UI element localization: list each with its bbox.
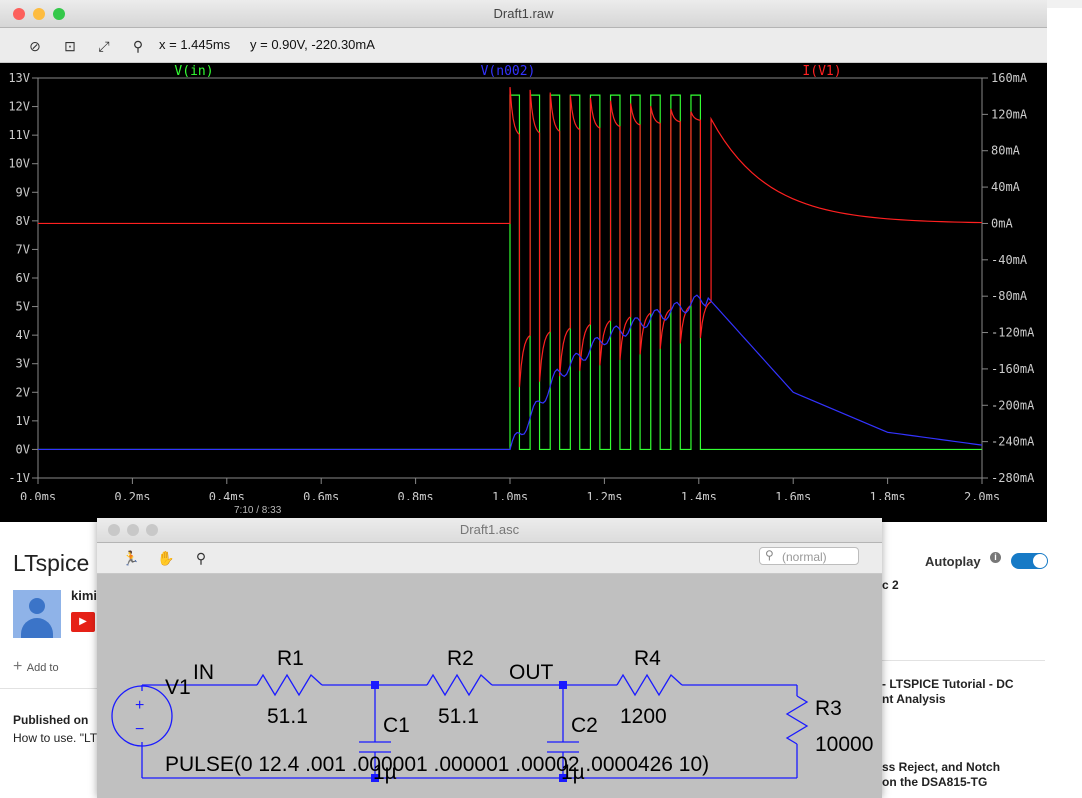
waveform-plot[interactable]: 13V 12V 11V 10V 9V 8V 7V 6V 5V 4V 3V 2V 1V 0V -1V 160mA… [0, 63, 1047, 507]
run-icon[interactable]: 🏃 [122, 549, 140, 567]
right-tick-label: -280mA [991, 471, 1035, 485]
related-video-title[interactable]: - LTSPICE Tutorial - DC [882, 677, 1014, 691]
plus-icon: + [135, 697, 144, 714]
probe-icon[interactable]: ⚲ [129, 37, 147, 55]
left-tick-label: 6V [16, 271, 30, 285]
schematic-canvas[interactable]: + − V1 IN R1 51.1 C1 R2 51.1 OUT C2 R4 1… [97, 574, 882, 798]
search-icon: ⚲ [765, 548, 774, 562]
probe-icon[interactable]: ⚲ [192, 549, 210, 567]
label-r2: R2 [447, 647, 474, 670]
channel-name[interactable]: kimi [71, 588, 97, 603]
youtube-play-icon[interactable]: ▶ [71, 612, 95, 632]
label-out: OUT [509, 661, 554, 684]
left-tick-label: 1V [16, 414, 30, 428]
label-c1: C1 [383, 714, 410, 737]
right-tick-label: 80mA [991, 144, 1021, 158]
label-v1: V1 [165, 676, 191, 699]
hand-icon[interactable]: ✋ [157, 549, 175, 567]
right-tick-label: -80mA [991, 289, 1028, 303]
plus-icon: + [13, 658, 27, 675]
right-tick-label: -40mA [991, 253, 1028, 267]
value-r2: 51.1 [438, 705, 479, 728]
right-tick-label: 40mA [991, 180, 1021, 194]
schematic-window-title: Draft1.asc [459, 522, 520, 537]
left-tick-label: 0V [16, 442, 30, 456]
left-tick-label: 10V [8, 157, 30, 171]
waveform-toolbar [0, 28, 1047, 63]
left-tick-label: 4V [16, 328, 30, 342]
right-tick-label: 0mA [991, 216, 1013, 230]
label-c2: C2 [571, 714, 598, 737]
right-tick-label: -200mA [991, 398, 1035, 412]
divider [880, 660, 1045, 661]
right-tick-label: 160mA [991, 71, 1028, 85]
video-title: LTspice [13, 550, 90, 576]
autoplay-label: Autoplay [925, 554, 981, 569]
left-tick-label: 2V [16, 385, 30, 399]
label-r3: R3 [815, 697, 842, 720]
left-tick-label: 7V [16, 242, 30, 256]
autoplay-toggle[interactable] [1011, 553, 1048, 569]
search-input[interactable]: (normal) [759, 547, 859, 565]
add-to-button[interactable]: + Add to [13, 658, 59, 676]
left-tick-label: -1V [8, 471, 30, 485]
legend-vin[interactable]: V(in) [174, 64, 213, 79]
zoom-fit-icon[interactable]: ⤢ [95, 37, 113, 55]
left-tick-label: 3V [16, 357, 30, 371]
right-tick-label: -120mA [991, 326, 1035, 340]
zoom-area-icon[interactable]: ⊡ [61, 37, 79, 55]
right-tick-label: 120mA [991, 107, 1028, 121]
minus-icon: − [135, 721, 144, 738]
label-r1: R1 [277, 647, 304, 670]
related-video-title[interactable]: nt Analysis [882, 692, 946, 706]
value-r3: 10000 [815, 733, 873, 756]
label-r4: R4 [634, 647, 661, 670]
divider [0, 688, 100, 689]
cursor-x-readout: x = 1.445ms [159, 37, 231, 52]
add-to-label: Add to [26, 662, 59, 674]
channel-avatar[interactable] [13, 590, 61, 638]
left-tick-label: 12V [8, 100, 30, 114]
source-pulse-value: PULSE(0 12.4 .001 .000001 .000001 .00002… [165, 753, 709, 776]
right-tick-label: -160mA [991, 362, 1035, 376]
cursor-y-readout: y = 0.90V, -220.30mA [250, 37, 375, 52]
related-video-title[interactable]: ss Reject, and Notch [882, 760, 1000, 774]
label-in: IN [193, 661, 214, 684]
left-tick-label: 9V [16, 185, 30, 199]
left-tick-label: 8V [16, 214, 30, 228]
left-tick-label: 11V [8, 128, 30, 142]
related-video-title[interactable]: on the DSA815-TG [882, 775, 987, 789]
left-tick-label: 13V [8, 71, 30, 85]
published-label: Published on [13, 713, 89, 727]
value-r1: 51.1 [267, 705, 308, 728]
legend-iv1[interactable]: I(V1) [802, 64, 841, 79]
right-tick-label: -240mA [991, 435, 1035, 449]
video-time: 7:10 / 8:33 [234, 505, 282, 516]
legend-vn002[interactable]: V(n002) [481, 64, 536, 79]
left-tick-label: 5V [16, 300, 30, 314]
related-video-title[interactable]: c 2 [882, 578, 899, 592]
value-r4: 1200 [620, 705, 667, 728]
info-icon[interactable]: i [990, 552, 1001, 563]
video-description: How to use. "LT [13, 731, 98, 745]
waveform-window-title: Draft1.raw [493, 6, 554, 21]
zoom-out-icon[interactable]: ⊘ [26, 37, 44, 55]
